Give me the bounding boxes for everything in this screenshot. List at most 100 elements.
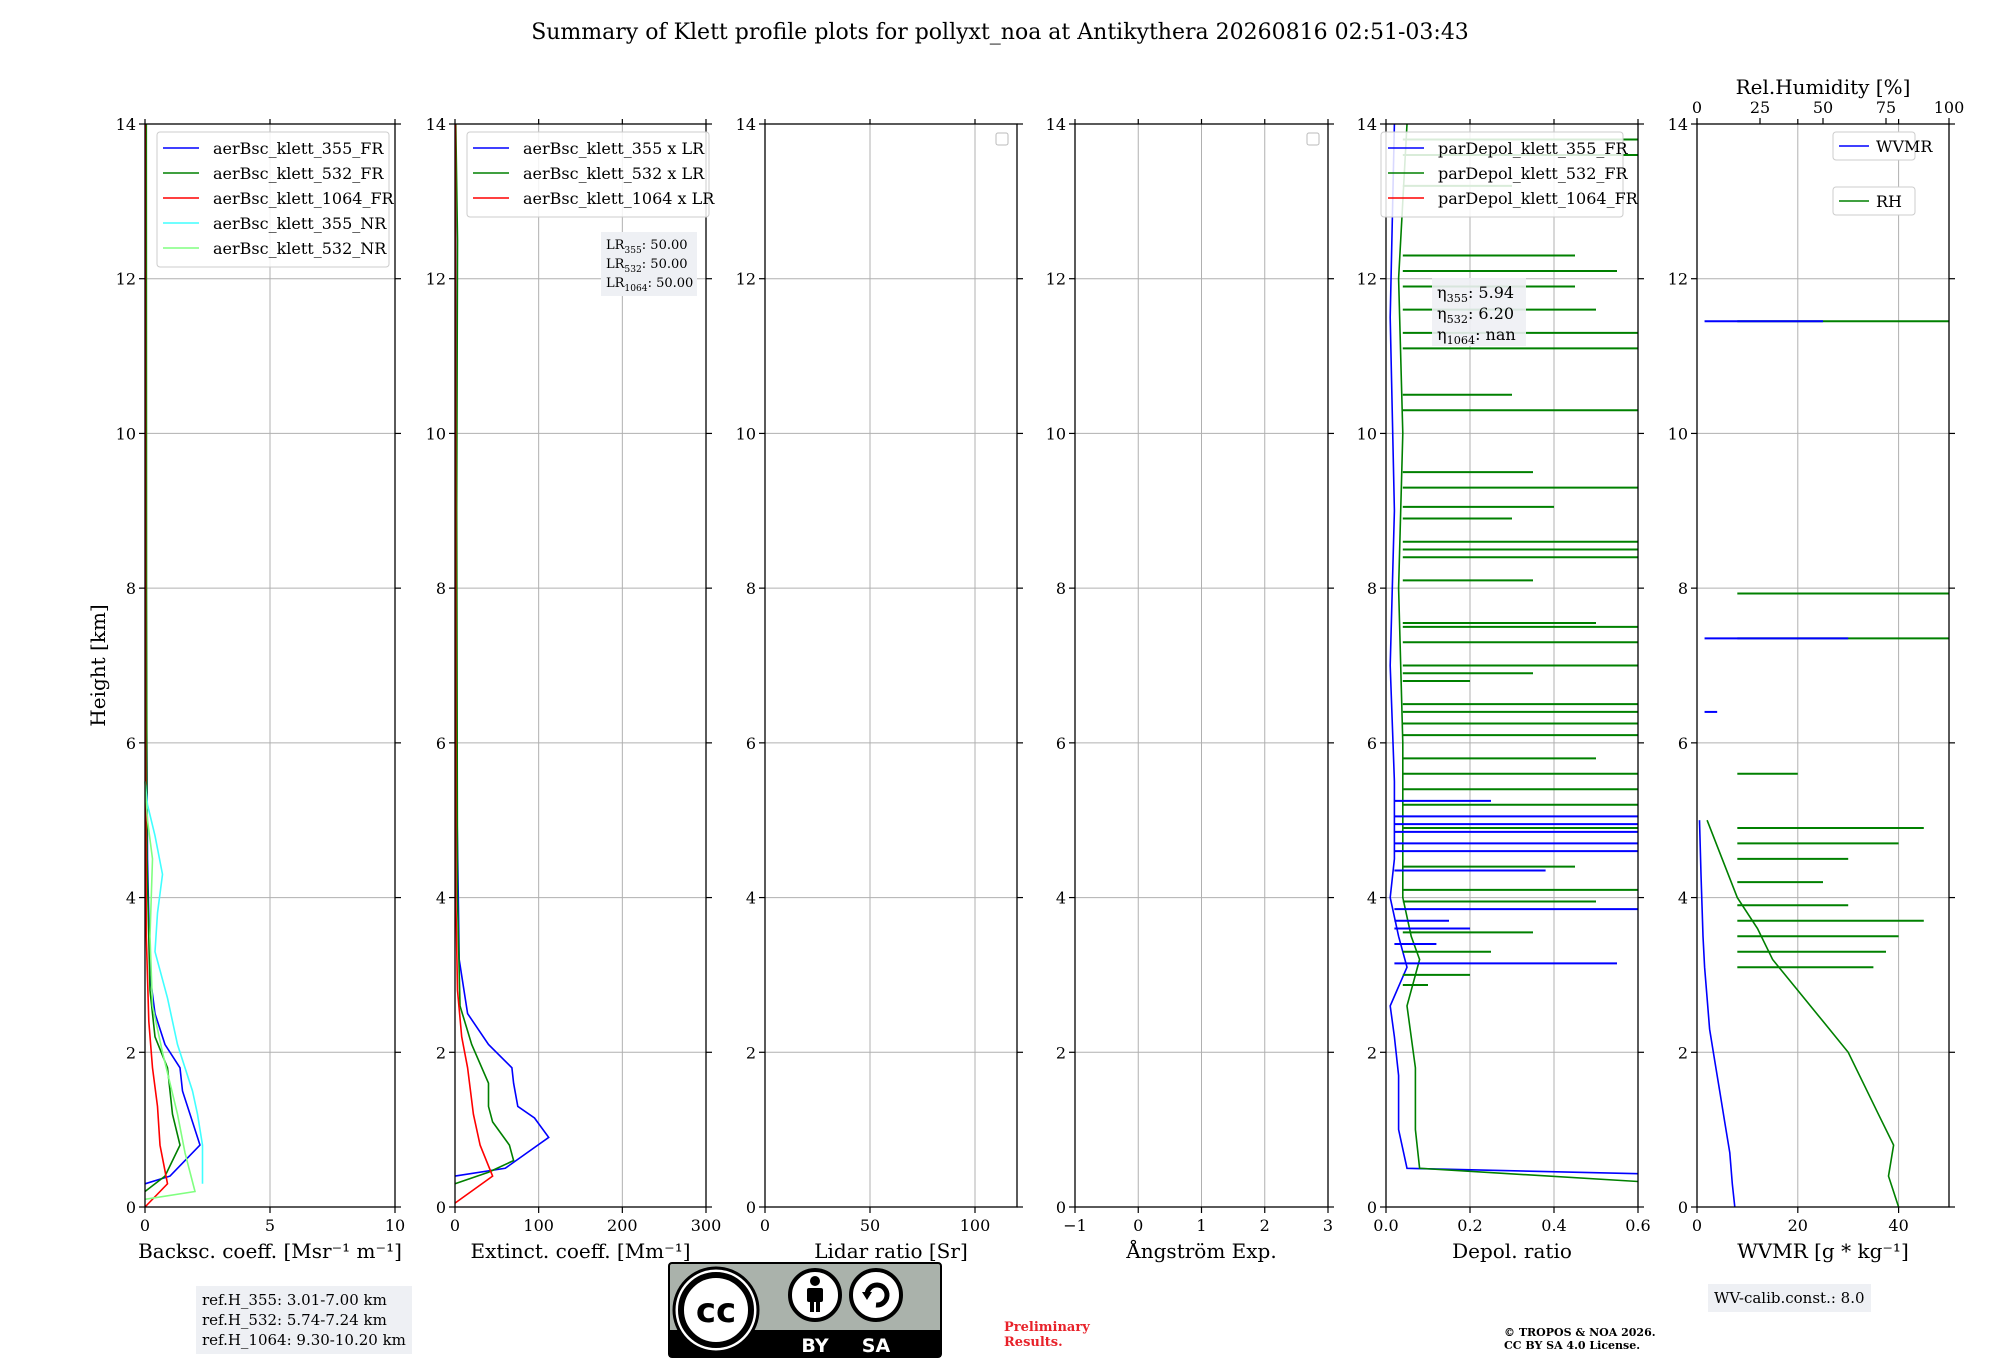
y-tick-label: 10 <box>736 424 756 443</box>
x-tick-label: 2 <box>1260 1216 1270 1235</box>
legend-label: aerBsc_klett_532_FR <box>213 164 384 183</box>
legend-label: aerBsc_klett_355_NR <box>213 214 387 233</box>
y-tick-label: 12 <box>1357 270 1377 289</box>
x-tick-label: 5 <box>265 1216 275 1235</box>
x-axis-label: Lidar ratio [Sr] <box>814 1239 968 1263</box>
preliminary-line-1: Preliminary <box>1004 1320 1090 1335</box>
y-tick-label: 4 <box>746 889 756 908</box>
ref-height-1064: ref.H_1064: 9.30-10.20 km <box>202 1331 406 1349</box>
y-tick-label: 6 <box>126 734 136 753</box>
x-tick-label: 100 <box>960 1216 991 1235</box>
cc-by-sa-badge: cc BY SA <box>668 1262 942 1358</box>
x-tick-label: 0 <box>450 1216 460 1235</box>
y-tick-label: 10 <box>1668 424 1688 443</box>
y-tick-label: 8 <box>746 579 756 598</box>
y-tick-label: 14 <box>116 115 136 134</box>
ref-heights-box: ref.H_355: 3.01-7.00 km ref.H_532: 5.74-… <box>196 1286 412 1354</box>
legend-label: parDepol_klett_532_FR <box>1438 164 1629 183</box>
x-tick-label: 0.6 <box>1625 1216 1650 1235</box>
y-tick-label: 10 <box>1046 424 1066 443</box>
y-tick-label: 0 <box>746 1198 756 1217</box>
y-tick-label: 4 <box>1678 889 1688 908</box>
y-tick-label: 12 <box>1668 270 1688 289</box>
legend-label: aerBsc_klett_532_NR <box>213 239 387 258</box>
x-axis-label: Depol. ratio <box>1452 1239 1572 1263</box>
x-tick-label: 0.0 <box>1373 1216 1398 1235</box>
by-person-icon <box>810 1276 820 1286</box>
y-tick-label: 2 <box>126 1043 136 1062</box>
y-tick-label: 6 <box>1056 734 1066 753</box>
y-tick-label: 10 <box>426 424 446 443</box>
x-tick-label: 200 <box>607 1216 638 1235</box>
preliminary-line-2: Results. <box>1004 1335 1063 1350</box>
y-tick-label: 12 <box>736 270 756 289</box>
legend-label: aerBsc_klett_355_FR <box>213 139 384 158</box>
y-tick-label: 2 <box>1056 1043 1066 1062</box>
y-axis-label: Height [km] <box>86 604 110 726</box>
x-tick-label: 1 <box>1196 1216 1206 1235</box>
y-tick-label: 2 <box>1678 1043 1688 1062</box>
y-tick-label: 4 <box>126 889 136 908</box>
y-tick-label: 14 <box>426 115 446 134</box>
x2-tick-label: 75 <box>1876 98 1896 117</box>
x-axis-label: Ångström Exp. <box>1125 1238 1276 1263</box>
copyright-line-2: CC BY SA 4.0 License. <box>1504 1339 1641 1352</box>
x-axis-label: Backsc. coeff. [Msr⁻¹ m⁻¹] <box>138 1239 402 1263</box>
y-tick-label: 10 <box>1357 424 1377 443</box>
y-tick-label: 14 <box>1046 115 1066 134</box>
x-axis-label: WVMR [g * kg⁻¹] <box>1737 1239 1909 1263</box>
x2-axis-label: Rel.Humidity [%] <box>1736 75 1911 99</box>
x-tick-label: 0.4 <box>1541 1216 1566 1235</box>
empty-legend-box <box>1306 132 1320 146</box>
legend-label: aerBsc_klett_1064_FR <box>213 189 395 208</box>
sa-label: SA <box>862 1335 891 1357</box>
y-tick-label: 2 <box>746 1043 756 1062</box>
x-tick-label: 100 <box>523 1216 554 1235</box>
x-tick-label: 0 <box>1692 1216 1702 1235</box>
y-tick-label: 12 <box>1046 270 1066 289</box>
x-tick-label: 40 <box>1888 1216 1908 1235</box>
x2-tick-label: 25 <box>1750 98 1770 117</box>
y-tick-label: 8 <box>436 579 446 598</box>
y-tick-label: 6 <box>436 734 446 753</box>
y-tick-label: 4 <box>1367 889 1377 908</box>
series-line <box>1706 819 1900 1208</box>
x-tick-label: 0 <box>1133 1216 1143 1235</box>
copyright-note: © TROPOS & NOA 2026. CC BY SA 4.0 Licens… <box>1504 1326 1656 1352</box>
x2-tick-label: 0 <box>1692 98 1702 117</box>
ref-height-355: ref.H_355: 3.01-7.00 km <box>202 1291 387 1309</box>
x-tick-label: 3 <box>1323 1216 1333 1235</box>
x-tick-label: 0.2 <box>1457 1216 1482 1235</box>
x-tick-label: 300 <box>691 1216 722 1235</box>
y-tick-label: 14 <box>1357 115 1377 134</box>
cc-logo-text: cc <box>696 1291 736 1331</box>
legend-label: aerBsc_klett_355 x LR <box>523 139 705 158</box>
y-tick-label: 4 <box>1056 889 1066 908</box>
series-line <box>144 781 204 1184</box>
x-tick-label: 50 <box>860 1216 880 1235</box>
y-tick-label: 14 <box>1668 115 1688 134</box>
y-tick-label: 0 <box>1056 1198 1066 1217</box>
legend-label: RH <box>1876 192 1902 211</box>
y-tick-label: 0 <box>1367 1198 1377 1217</box>
profile-figure: 024681012140 5 10Backsc. coeff. [Msr⁻¹ m⁻¹… <box>86 75 1965 1263</box>
x-axis-label: Extinct. coeff. [Mm⁻¹] <box>470 1239 690 1263</box>
y-tick-label: 8 <box>1056 579 1066 598</box>
y-tick-label: 8 <box>1678 579 1688 598</box>
x-tick-label: −1 <box>1063 1216 1087 1235</box>
copyright-line-1: © TROPOS & NOA 2026. <box>1504 1326 1656 1339</box>
preliminary-note: Preliminary Results. <box>1004 1320 1090 1350</box>
series-line <box>454 123 515 1185</box>
y-tick-label: 8 <box>126 579 136 598</box>
empty-legend-box <box>995 132 1009 146</box>
y-tick-label: 6 <box>1678 734 1688 753</box>
y-tick-label: 0 <box>126 1198 136 1217</box>
series-line <box>144 123 169 1208</box>
x2-tick-label: 100 <box>1934 98 1965 117</box>
legend-label: WVMR <box>1876 137 1933 156</box>
legend-label: parDepol_klett_355_FR <box>1438 139 1629 158</box>
x-tick-label: 20 <box>1788 1216 1808 1235</box>
y-tick-label: 6 <box>746 734 756 753</box>
y-tick-label: 0 <box>436 1198 446 1217</box>
y-tick-label: 6 <box>1367 734 1377 753</box>
